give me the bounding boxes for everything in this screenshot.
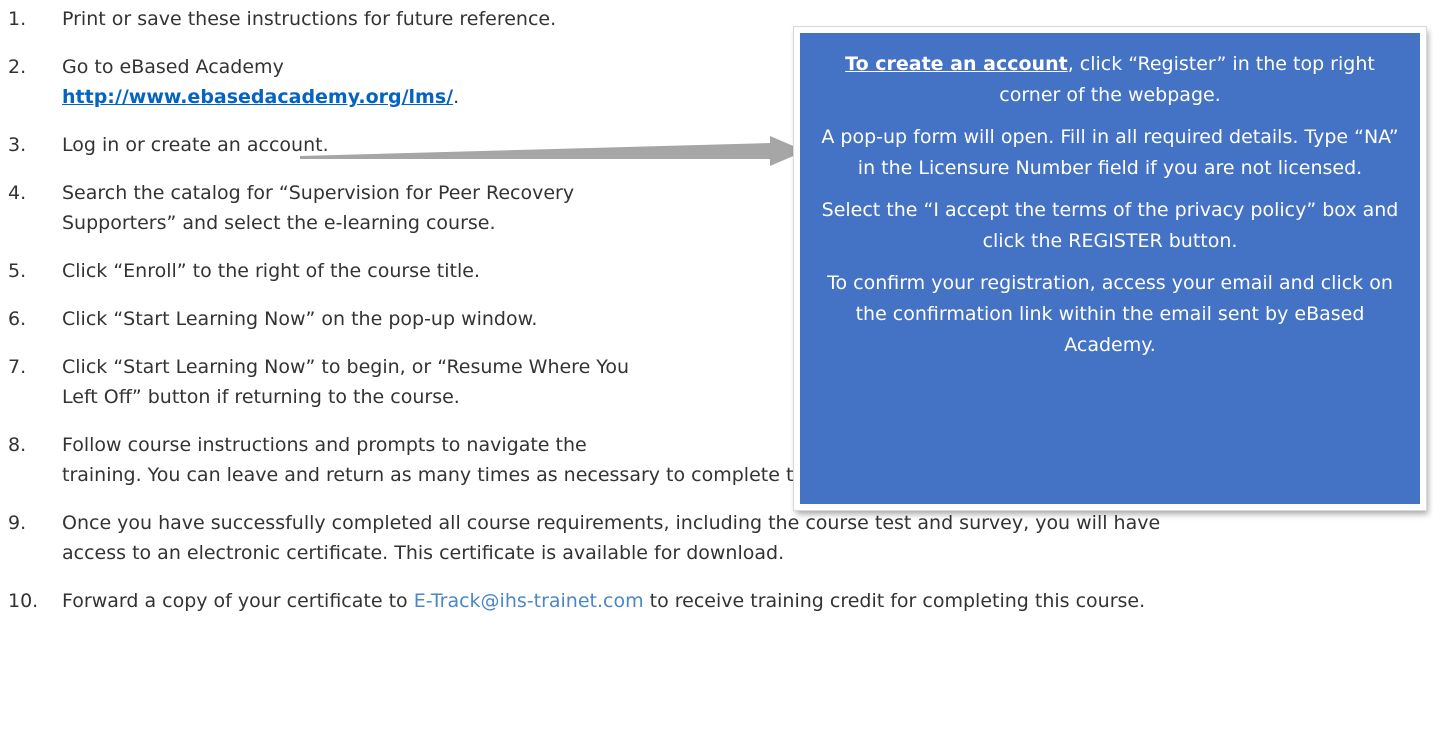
step-number: 3. bbox=[8, 134, 27, 156]
step-text-before: Forward a copy of your certificate to bbox=[62, 590, 408, 612]
step-number: 1. bbox=[8, 8, 27, 30]
create-account-callout: To create an account, click “Register” i… bbox=[794, 27, 1426, 510]
step-number: 9. bbox=[8, 512, 27, 534]
step-number: 8. bbox=[8, 434, 27, 456]
step-text-line-2: access to an electronic certificate. Thi… bbox=[62, 542, 785, 564]
etrack-email-link[interactable]: E-Track@ihs-trainet.com bbox=[414, 590, 644, 612]
step-number: 2. bbox=[8, 56, 27, 78]
step-number: 5. bbox=[8, 260, 27, 282]
callout-paragraph-3: Select the “I accept the terms of the pr… bbox=[821, 199, 1399, 252]
step-number: 7. bbox=[8, 356, 27, 378]
callout-paragraph-1: To create an account, click “Register” i… bbox=[818, 49, 1402, 111]
callout-paragraph-4: To confirm your registration, access you… bbox=[827, 272, 1393, 356]
step-text: Click “Enroll” to the right of the cours… bbox=[62, 260, 480, 282]
step-text: Click “Start Learning Now” on the pop-up… bbox=[62, 308, 538, 330]
step-10: 10. Forward a copy of your certificate t… bbox=[8, 586, 1428, 616]
step-number: 10. bbox=[8, 590, 39, 612]
ebased-academy-link[interactable]: http://www.ebasedacademy.org/lms/ bbox=[62, 86, 453, 108]
step-number: 6. bbox=[8, 308, 27, 330]
url-period: . bbox=[453, 86, 460, 108]
step-text: Log in or create an account. bbox=[62, 134, 329, 156]
step-text-line-1: Once you have successfully completed all… bbox=[62, 512, 1161, 534]
step-text-after: to receive training credit for completin… bbox=[649, 590, 1146, 612]
callout-lead: To create an account bbox=[845, 53, 1068, 75]
step-9: 9. Once you have successfully completed … bbox=[8, 508, 1428, 568]
step-text: Print or save these instructions for fut… bbox=[62, 8, 557, 30]
callout-paragraph-2: A pop-up form will open. Fill in all req… bbox=[821, 126, 1399, 179]
pointer-arrow-icon bbox=[300, 136, 805, 166]
step-number: 4. bbox=[8, 182, 27, 204]
